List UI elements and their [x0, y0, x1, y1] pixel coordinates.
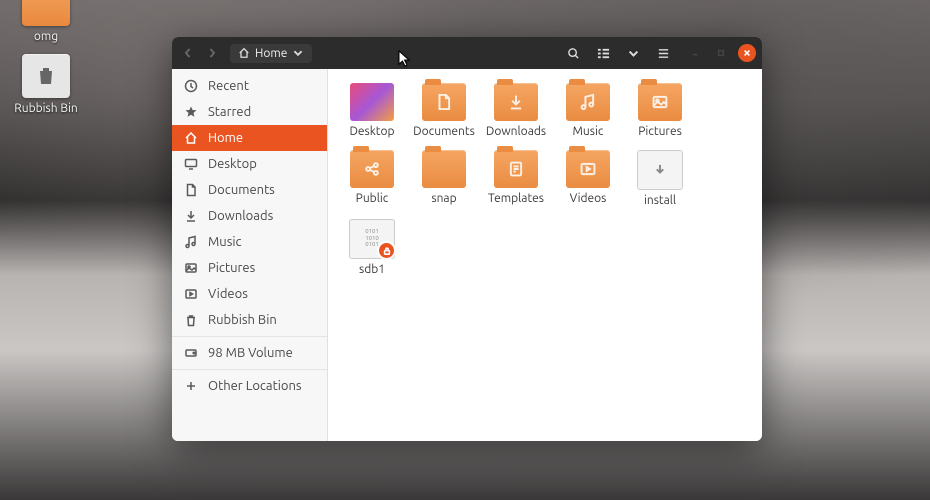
file-label: Downloads [480, 125, 552, 138]
sidebar-item-label: Pictures [208, 261, 255, 275]
file-pictures[interactable]: Pictures [624, 79, 696, 142]
sidebar-item-other[interactable]: Other Locations [172, 369, 327, 399]
folder-icon [422, 150, 466, 188]
folder-icon [566, 83, 610, 121]
sidebar-item-label: Desktop [208, 157, 257, 171]
sidebar-item-label: Recent [208, 79, 249, 93]
maximize-button[interactable] [712, 44, 730, 62]
music-icon [184, 235, 198, 249]
vol-icon [184, 346, 198, 360]
sidebar-item-label: 98 MB Volume [208, 346, 293, 360]
file-music[interactable]: Music [552, 79, 624, 142]
file-public[interactable]: Public [336, 146, 408, 211]
forward-button[interactable] [202, 42, 222, 64]
doc-icon [184, 183, 198, 197]
desktop-icon-rubbish-bin[interactable]: Rubbish Bin [12, 54, 80, 115]
file-documents[interactable]: Documents [408, 79, 480, 142]
file-templates[interactable]: Templates [480, 146, 552, 211]
view-icons-button[interactable] [590, 42, 616, 64]
script-file-icon [637, 150, 683, 190]
caret-down-icon [292, 47, 304, 59]
sidebar-item-label: Videos [208, 287, 248, 301]
folder-icon [494, 83, 538, 121]
lock-badge-icon [377, 241, 396, 260]
sidebar-item-music[interactable]: Music [172, 229, 327, 255]
home-icon [184, 131, 198, 145]
drive-icon: 010110100101 [349, 219, 395, 259]
search-button[interactable] [560, 42, 586, 64]
sidebar-item-label: Documents [208, 183, 275, 197]
file-label: Videos [552, 192, 624, 205]
sidebar-item-label: Music [208, 235, 242, 249]
file-label: sdb1 [336, 263, 408, 276]
sidebar-item-home[interactable]: Home [172, 125, 327, 151]
file-videos[interactable]: Videos [552, 146, 624, 211]
folder-icon [422, 83, 466, 121]
sidebar-item-downloads[interactable]: Downloads [172, 203, 327, 229]
sidebar-item-label: Rubbish Bin [208, 313, 277, 327]
clock-icon [184, 79, 198, 93]
file-label: install [624, 194, 696, 207]
sidebar-item-videos[interactable]: Videos [172, 281, 327, 307]
sidebar-item-label: Downloads [208, 209, 273, 223]
home-icon [238, 47, 250, 59]
file-label: Desktop [336, 125, 408, 138]
file-label: Music [552, 125, 624, 138]
path-bar[interactable]: Home [230, 44, 312, 63]
file-label: Pictures [624, 125, 696, 138]
sidebar-item-starred[interactable]: Starred [172, 99, 327, 125]
sidebar-item-vol[interactable]: 98 MB Volume [172, 336, 327, 366]
file-sdb1[interactable]: 010110100101 sdb1 [336, 215, 408, 280]
desktop-icon-label: Rubbish Bin [12, 102, 80, 115]
file-snap[interactable]: snap [408, 146, 480, 211]
sidebar-item-pictures[interactable]: Pictures [172, 255, 327, 281]
star-icon [184, 105, 198, 119]
trash-icon [22, 54, 70, 98]
path-location: Home [255, 47, 287, 60]
sidebar: Recent Starred Home Desktop Documents Downloa… [172, 69, 328, 441]
file-downloads[interactable]: Downloads [480, 79, 552, 142]
file-desktop[interactable]: Desktop [336, 79, 408, 142]
back-button[interactable] [178, 42, 198, 64]
hamburger-menu-button[interactable] [650, 42, 676, 64]
sidebar-item-desktop[interactable]: Desktop [172, 151, 327, 177]
folder-icon [566, 150, 610, 188]
folder-icon [22, 0, 70, 26]
sidebar-item-label: Home [208, 131, 243, 145]
pic-icon [184, 261, 198, 275]
main-pane[interactable]: DesktopDocumentsDownloadsMusicPictures Pu… [328, 69, 762, 441]
file-manager-window: Home RecentStarredHomeDesktopDocumentsDo… [172, 37, 762, 441]
sidebar-item-rubbish[interactable]: Rubbish Bin [172, 307, 327, 333]
titlebar[interactable]: Home [172, 37, 762, 69]
file-install[interactable]: install [624, 146, 696, 211]
view-dropdown-button[interactable] [620, 42, 646, 64]
folder-icon [494, 150, 538, 188]
desktop-wallpaper: omg Rubbish Bin Home Rece [0, 0, 930, 500]
desktop-icon [184, 157, 198, 171]
minimize-button[interactable] [686, 44, 704, 62]
plus-icon [184, 379, 198, 393]
file-label: Templates [480, 192, 552, 205]
vid-icon [184, 287, 198, 301]
desktop-icon-omg[interactable]: omg [12, 0, 80, 43]
file-label: snap [408, 192, 480, 205]
sidebar-item-documents[interactable]: Documents [172, 177, 327, 203]
file-label: Public [336, 192, 408, 205]
trash-icon [184, 313, 198, 327]
close-button[interactable] [738, 44, 756, 62]
folder-icon [350, 150, 394, 188]
folder-icon [638, 83, 682, 121]
file-label: Documents [408, 125, 480, 138]
sidebar-item-recent[interactable]: Recent [172, 73, 327, 99]
sidebar-item-label: Starred [208, 105, 251, 119]
sidebar-item-label: Other Locations [208, 379, 302, 393]
desktop-icon-label: omg [12, 30, 80, 43]
desktop-folder-icon [350, 83, 394, 121]
icon-grid: DesktopDocumentsDownloadsMusicPictures Pu… [336, 79, 754, 280]
down-icon [184, 209, 198, 223]
